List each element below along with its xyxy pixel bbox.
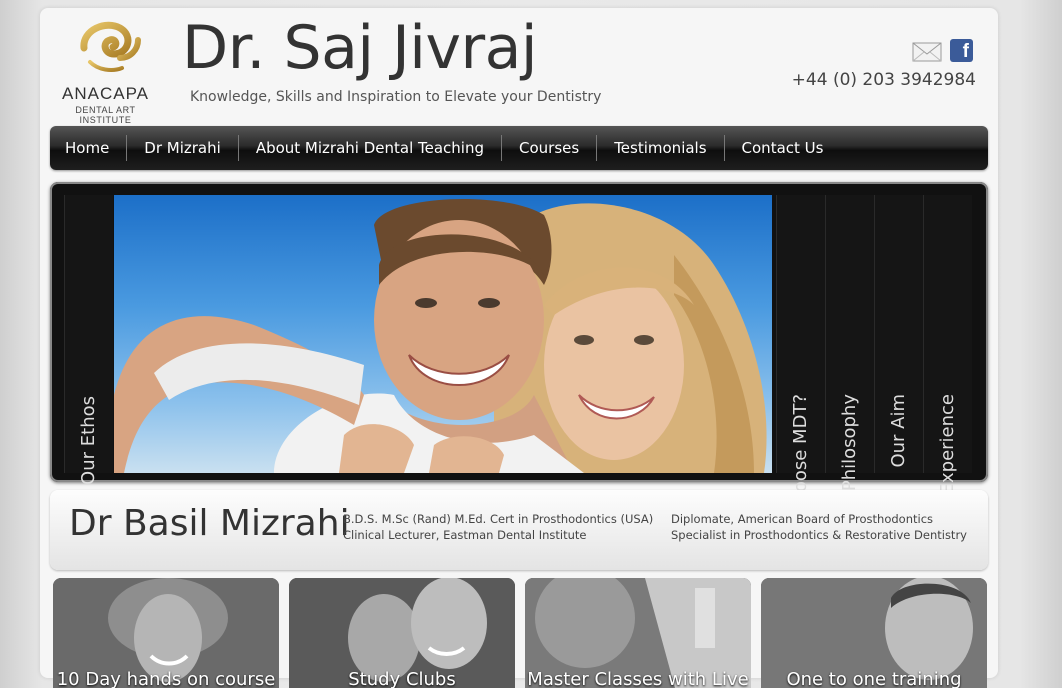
nav-about[interactable]: About Mizrahi Dental Teaching [237,135,501,161]
nav-courses[interactable]: Courses [501,135,596,161]
slider-tab-our-ethos[interactable]: Our Ethos [64,195,113,485]
site-title: Dr. Saj Jivraj [182,13,538,83]
phone-number: +44 (0) 203 3942984 [791,70,976,90]
credential-line: Diplomate, American Board of Prosthodont… [671,512,934,526]
profile-name: Dr Basil Mizrahi [69,503,350,544]
tile-label: Study Clubs [348,669,456,688]
hero-image [114,195,772,473]
tile-label: 10 Day hands on course [56,669,276,688]
tile-10-day-course[interactable]: 10 Day hands on course [53,578,279,688]
credential-line: Clinical Lecturer, Eastman Dental Instit… [343,528,587,542]
hero-slider: Our Ethos Why Choose MDT? Our Philosophy… [50,182,988,562]
logo-name: ANACAPA [62,84,149,103]
slider-tab-label: Our Ethos [78,396,99,485]
tile-label: Master Classes with Live [527,669,749,688]
credential-line: B.D.S. M.Sc (Rand) M.Ed. Cert in Prostho… [343,512,654,526]
facebook-icon[interactable]: f [950,39,973,62]
profile-bar: Dr Basil Mizrahi B.D.S. M.Sc (Rand) M.Ed… [50,490,988,570]
nav-testimonials[interactable]: Testimonials [596,135,723,161]
tile-one-to-one[interactable]: One to one training [761,578,987,688]
credentials-right: Diplomate, American Board of Prosthodont… [671,511,967,543]
slider-tab-label: Our Aim [888,394,909,468]
logo-subtitle: DENTAL ART INSTITUTE [75,105,136,125]
site-tagline: Knowledge, Skills and Inspiration to Ele… [190,89,602,105]
tile-master-classes[interactable]: Master Classes with Live [525,578,751,688]
smiling-couple-illustration [114,198,767,473]
nav-dr-mizrahi[interactable]: Dr Mizrahi [126,135,238,161]
slider-tab-why-choose[interactable]: Why Choose MDT? [776,195,825,562]
page-container: ANACAPA DENTAL ART INSTITUTE Dr. Saj Jiv… [40,8,998,688]
nav-contact[interactable]: Contact Us [723,135,841,161]
swirl-logo-icon [80,21,141,72]
email-icon[interactable] [912,42,942,62]
slider-tab-experience[interactable]: Your Experience [923,195,972,539]
credentials-left: B.D.S. M.Sc (Rand) M.Ed. Cert in Prostho… [343,511,653,543]
main-nav: Home Dr Mizrahi About Mizrahi Dental Tea… [50,126,988,170]
slider-tab-our-aim[interactable]: Our Aim [874,195,923,473]
site-logo[interactable]: ANACAPA DENTAL ART INSTITUTE [48,16,163,125]
tile-label: One to one training [786,669,962,688]
tile-study-clubs[interactable]: Study Clubs [289,578,515,688]
slider-tab-philosophy[interactable]: Our Philosophy [825,195,874,530]
credential-line: Specialist in Prosthodontics & Restorati… [671,528,967,542]
nav-home[interactable]: Home [50,135,126,161]
